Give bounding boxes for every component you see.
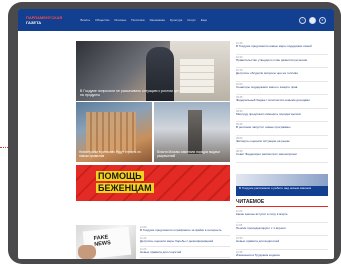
nav-item[interactable]: Регионы (114, 18, 126, 22)
reading-item[interactable]: 10:35 Изменения в Трудовом кодексе (236, 250, 328, 260)
news-item[interactable]: 08:45 Совет Федерации рассмотрит законопр… (236, 149, 328, 163)
tablet-frame: ПАРЛАМЕНТСКАЯ ГАЗЕТА Власть Общество Рег… (8, 2, 341, 264)
society-item[interactable]: 12:00 В Госдуме предложили штрафовать за … (140, 225, 230, 236)
site-logo[interactable]: ПАРЛАМЕНТСКАЯ ГАЗЕТА (26, 15, 62, 25)
news-item[interactable]: 09:45 Федеральный бюджет пополнится новым… (236, 95, 328, 109)
nav-item[interactable]: Общество (95, 18, 109, 22)
promo-card[interactable]: В Госдуме рассказали о работе над новым … (236, 174, 328, 196)
society-item[interactable]: 11:40 Депутаты оценили меры борьбы с дези… (140, 236, 230, 247)
reading-title: Изменения в Трудовом кодексе (236, 252, 280, 257)
search-icon[interactable]: ○ (299, 16, 306, 24)
hero-article[interactable]: В Госдуме попросили не раскачивать ситуа… (76, 41, 230, 101)
promo-text: В Госдуме рассказали о работе над новым … (239, 186, 312, 190)
society-title: Депутаты оценили меры борьбы с дезинформ… (140, 239, 214, 243)
hero-caption: В Госдуме попросили не раскачивать ситуа… (80, 89, 180, 97)
tile-caption: Власти Москвы изменили порядок выдачи ра… (157, 150, 220, 159)
society-item[interactable]: 11:20 Новые правила для соцсетей (140, 247, 230, 258)
news-item[interactable]: 10:45 В Госдуме предложили новые меры под… (236, 41, 328, 55)
site-header: ПАРЛАМЕНТСКАЯ ГАЗЕТА Власть Общество Рег… (18, 9, 334, 31)
tile-image-tower (188, 110, 202, 154)
reading-title: Пенсии проиндексируют с 1 апреля (236, 225, 286, 230)
hand-shape (78, 245, 96, 259)
news-title: Сенаторы поддержали закон о защите прав (236, 84, 298, 89)
refugee-help-banner[interactable]: ПОМОЩЬ БЕЖЕНЦАМ (76, 165, 230, 201)
news-title: Федеральный бюджет пополнится новыми дох… (236, 98, 310, 102)
nav-item[interactable]: Политика (131, 18, 144, 22)
news-feed: 10:45 В Госдуме предложили новые меры под… (236, 41, 328, 163)
reading-divider (236, 206, 328, 207)
main-nav: Власть Общество Регионы Политика Экономи… (80, 18, 207, 22)
news-title: Минтруд предложил изменить порядок выпла… (236, 111, 302, 116)
hero-image-shelf (180, 59, 214, 93)
news-item[interactable]: 09:00 Эксперты оценили ситуацию на рынке (236, 136, 328, 149)
user-icon[interactable] (309, 16, 316, 24)
news-title: В Госдуме предложили новые меры поддержк… (236, 44, 312, 48)
reading-item[interactable]: 11:05 Пенсии проиндексируют с 1 апреля (236, 223, 328, 236)
news-item[interactable]: 09:30 Минтруд предложил изменить порядок … (236, 109, 328, 122)
society-news-list: 12:00 В Госдуме предложили штрафовать за … (140, 225, 230, 258)
nav-item[interactable]: Экономика (150, 18, 165, 22)
header-icons: ○ ≡ (299, 16, 326, 24)
article-tile[interactable]: Власти Москвы изменили порядок выдачи ра… (154, 102, 230, 162)
reading-item[interactable]: 11:20 Какие законы вступят в силу в марте (236, 209, 328, 223)
accessibility-bar: Версия для слабовидящих (18, 31, 334, 45)
news-title: Совет Федерации рассмотрит законопроект (236, 152, 298, 156)
news-title: Правительство утвердило план развития ре… (236, 57, 308, 62)
banner-word-2: БЕЖЕНЦАМ (96, 183, 154, 193)
banner-word-1: ПОМОЩЬ (96, 171, 144, 181)
news-item[interactable]: 10:00 Сенаторы поддержали закон о защите … (236, 82, 328, 95)
society-title: В Госдуме предложили штрафовать за фейки… (140, 228, 222, 232)
news-item[interactable]: 09:15 В регионах запустят новые программы (236, 122, 328, 136)
fake-news-label: FAKE NEWS (93, 234, 111, 247)
tile-image-building (86, 112, 136, 152)
logo-line2: ГАЗЕТА (26, 20, 42, 25)
tile-caption: Новостройки в регионах будут строить по … (79, 150, 141, 159)
reading-heading: ЧИТАЕМОЕ (236, 199, 265, 205)
news-item[interactable]: 10:30 Правительство утвердило план развит… (236, 55, 328, 68)
reading-list: 11:20 Какие законы вступят в силу в марте… (236, 209, 328, 259)
news-title: В регионах запустят новые программы (236, 125, 291, 129)
reading-item[interactable]: 10:50 Новые правила для водителей (236, 236, 328, 250)
reading-title: Какие законы вступят в силу в марте (236, 212, 288, 216)
nav-item[interactable]: Ещё (201, 18, 207, 22)
reading-title: Новые правила для водителей (236, 239, 280, 243)
news-title: Депутаты обсудили вопросы цен на топливо (236, 71, 299, 75)
tablet-screen: ПАРЛАМЕНТСКАЯ ГАЗЕТА Власть Общество Рег… (18, 9, 334, 259)
news-item[interactable]: 10:15 Депутаты обсудили вопросы цен на то… (236, 68, 328, 82)
news-title: Эксперты оценили ситуацию на рынке (236, 138, 290, 143)
menu-icon[interactable]: ≡ (319, 16, 326, 24)
society-title: Новые правила для соцсетей (140, 250, 182, 254)
nav-item[interactable]: Спорт (187, 18, 195, 22)
nav-item[interactable]: Власть (80, 18, 90, 22)
article-tile[interactable]: Новостройки в регионах будут строить по … (76, 102, 152, 162)
promo-image (236, 174, 328, 186)
fake-news-image[interactable]: FAKE NEWS (76, 225, 136, 259)
nav-item[interactable]: Культура (170, 18, 182, 22)
